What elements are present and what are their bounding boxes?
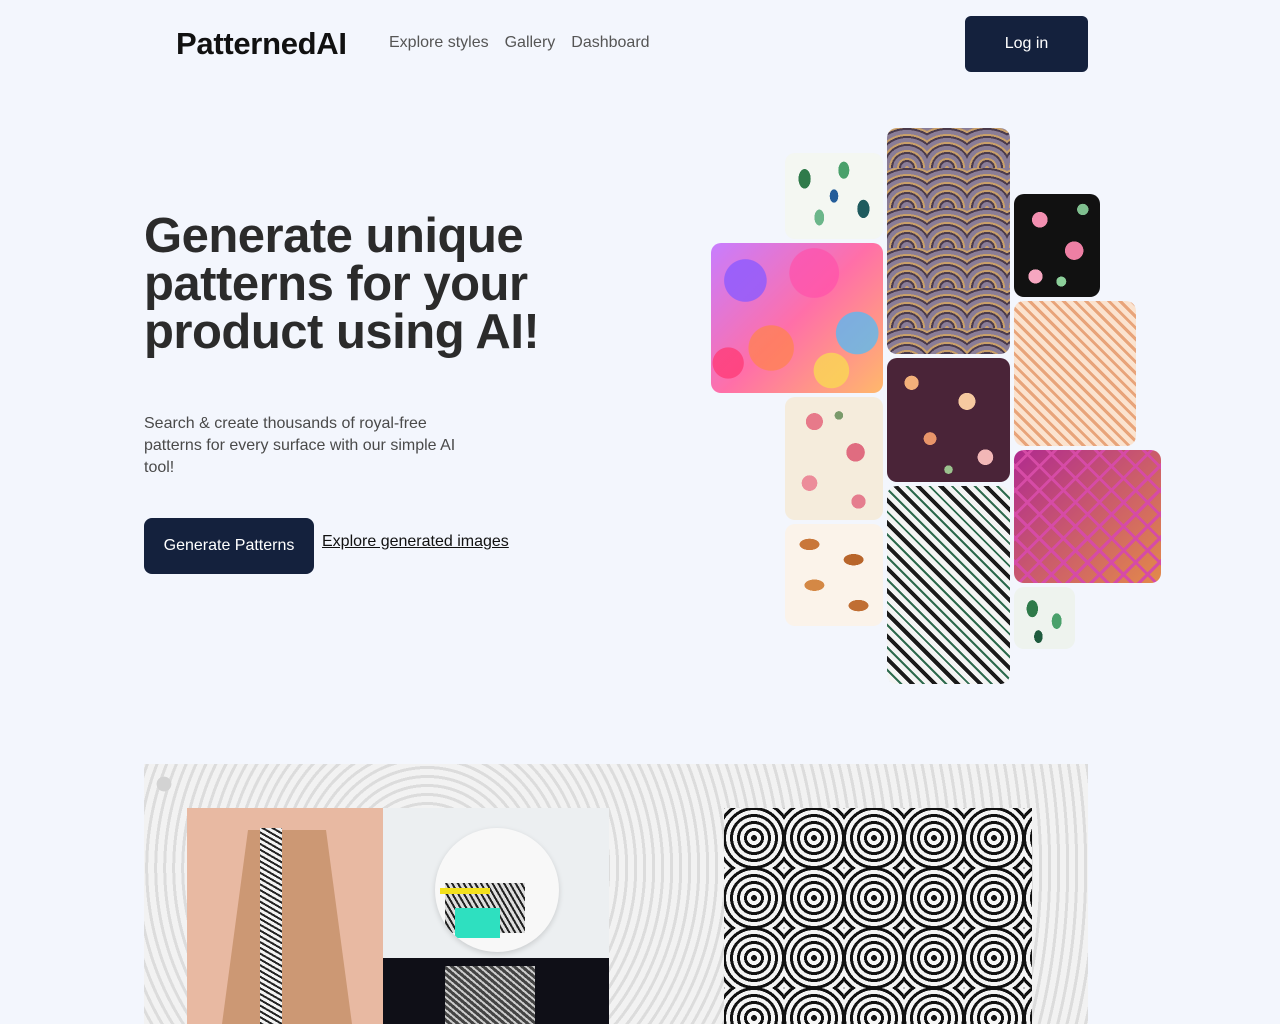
login-button[interactable]: Log in: [965, 16, 1088, 72]
clock-teal-accent: [455, 908, 500, 938]
pattern-tile-leaves: [785, 153, 883, 239]
nav-explore-styles[interactable]: Explore styles: [389, 34, 489, 52]
pattern-tile-black-white-geometric: [887, 486, 1010, 684]
pattern-tile-pink-roses-dark: [1014, 194, 1100, 297]
main-nav: Explore styles Gallery Dashboard: [389, 34, 650, 52]
mockup-pattern-swatch: [724, 808, 1032, 1024]
clock-face: [435, 828, 559, 952]
product-showcase-image: [144, 764, 1088, 1024]
hero-subtitle: Search & create thousands of royal-free …: [144, 415, 456, 476]
mockup-paper-bag: [187, 808, 383, 1024]
pattern-tile-roses-cream: [785, 397, 883, 520]
pattern-tile-colorful-bubbles: [711, 243, 883, 393]
mockup-tote-bag: [383, 958, 609, 1024]
nav-gallery[interactable]: Gallery: [505, 34, 556, 52]
nav-dashboard[interactable]: Dashboard: [571, 34, 649, 52]
generate-patterns-button[interactable]: Generate Patterns: [144, 518, 314, 574]
pattern-tile-magenta-lattice: [1014, 450, 1161, 583]
explore-generated-images-link[interactable]: Explore generated images: [322, 533, 509, 551]
pattern-tile-floral-plum: [887, 358, 1010, 482]
hero-title: Generate unique patterns for your produc…: [144, 209, 540, 359]
tote-bag: [445, 966, 535, 1024]
pattern-tile-pastries: [785, 524, 883, 626]
bag-pattern-band: [260, 828, 282, 1024]
logo[interactable]: PatternedAI: [176, 26, 347, 62]
clock-yellow-accent: [440, 888, 490, 894]
pattern-tile-watercolor-leaves: [1014, 587, 1075, 649]
pattern-tile-geometric-peach: [1014, 301, 1136, 446]
mockup-wall-clock: [383, 808, 609, 958]
bag-body: [222, 830, 352, 1024]
pattern-tile-art-deco: [887, 128, 1010, 354]
